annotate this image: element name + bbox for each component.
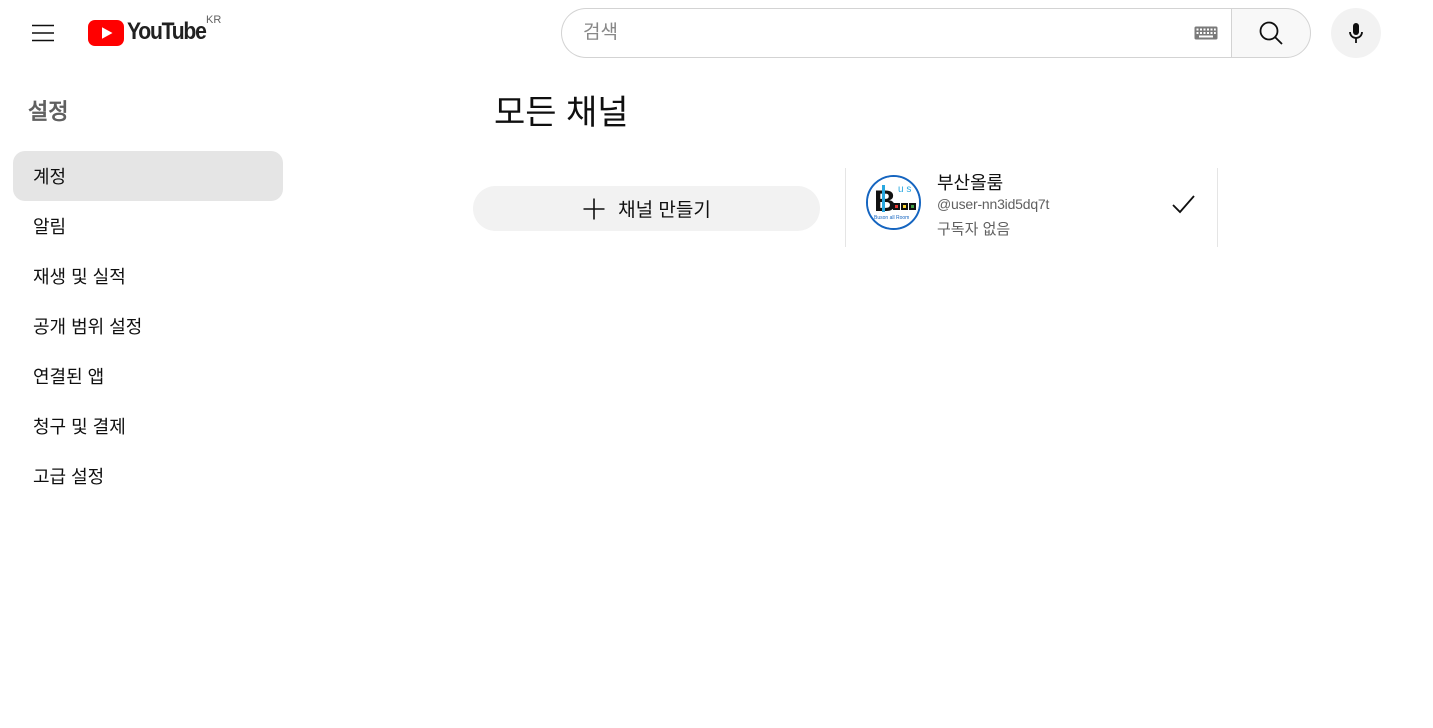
svg-text:Buson all Room: Buson all Room [874, 215, 909, 221]
channel-subscriber-count: 구독자 없음 [937, 221, 1011, 238]
search-button[interactable] [1231, 8, 1311, 58]
settings-nav: 계정 알림 재생 및 실적 공개 범위 설정 연결된 앱 청구 및 결제 고급 … [13, 151, 283, 501]
channel-avatar: B u s Buson all Room [866, 175, 921, 230]
search-box [561, 8, 1232, 58]
voice-search-button[interactable] [1331, 8, 1381, 58]
sidebar-item-connected-apps[interactable]: 연결된 앱 [13, 351, 283, 401]
keyboard-icon[interactable] [1194, 26, 1218, 45]
sidebar-item-label: 청구 및 결제 [33, 417, 126, 437]
channel-card[interactable]: B u s Buson all Room 부산올룸 @user-nn3id5dq… [845, 168, 1218, 247]
sidebar-item-billing[interactable]: 청구 및 결제 [13, 401, 283, 451]
sidebar-item-label: 연결된 앱 [33, 367, 105, 387]
page-title: 모든 채널 [494, 94, 629, 132]
sidebar-item-notifications[interactable]: 알림 [13, 201, 283, 251]
guide-menu-button[interactable] [18, 8, 68, 58]
channel-handle: @user-nn3id5dq7t [937, 196, 1050, 212]
plus-icon [582, 197, 606, 221]
sidebar-item-label: 고급 설정 [33, 467, 105, 487]
sidebar-item-playback[interactable]: 재생 및 실적 [13, 251, 283, 301]
svg-text:u s: u s [898, 184, 911, 195]
sidebar-item-label: 공개 범위 설정 [33, 317, 143, 337]
logo-wordmark: YouTube [127, 18, 207, 45]
sidebar-item-label: 계정 [33, 167, 67, 187]
youtube-play-icon [88, 20, 124, 46]
microphone-icon [1349, 23, 1363, 43]
sidebar-item-advanced[interactable]: 고급 설정 [13, 451, 283, 501]
create-channel-label: 채널 만들기 [618, 200, 711, 221]
sidebar-item-label: 재생 및 실적 [33, 267, 126, 287]
settings-title: 설정 [28, 99, 69, 124]
create-channel-button[interactable]: 채널 만들기 [473, 186, 820, 231]
channel-name: 부산올룸 [937, 173, 1004, 193]
sidebar-item-label: 알림 [33, 217, 67, 237]
sidebar-item-account[interactable]: 계정 [13, 151, 283, 201]
sidebar-item-privacy[interactable]: 공개 범위 설정 [13, 301, 283, 351]
hamburger-menu-icon [32, 24, 54, 42]
check-icon [1170, 192, 1196, 221]
masthead: YouTube KR [0, 0, 1433, 66]
search-icon [1259, 21, 1283, 45]
youtube-logo[interactable]: YouTube KR [88, 14, 221, 51]
logo-country-code: KR [206, 14, 222, 26]
search-input[interactable] [583, 18, 1173, 48]
